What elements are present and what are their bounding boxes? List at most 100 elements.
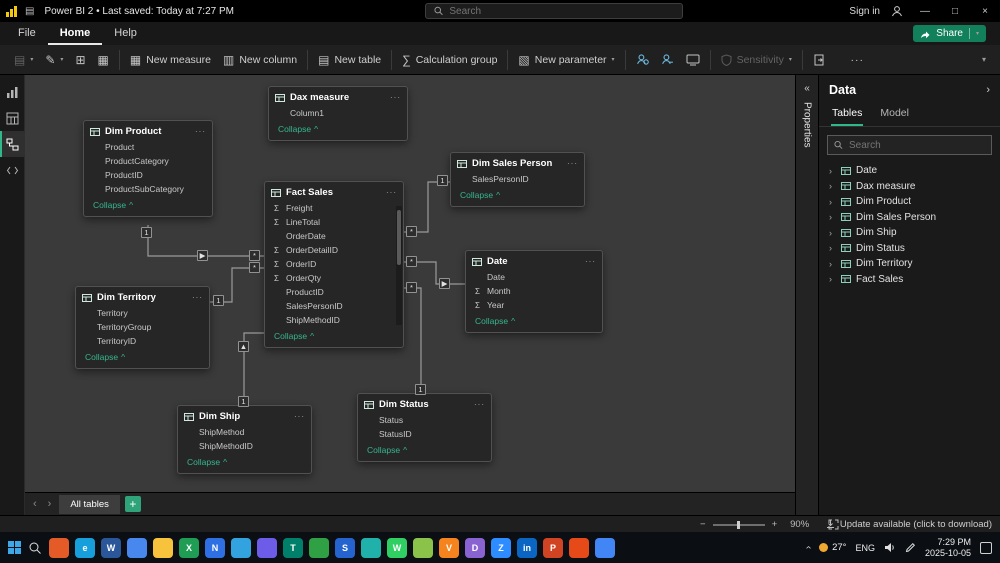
taskbar-app-icon[interactable] [49,537,69,558]
more-options-icon[interactable]: ··· [585,257,596,266]
menu-home[interactable]: Home [47,22,103,45]
start-button[interactable] [8,541,21,554]
taskbar-app-icon[interactable] [127,537,147,558]
format-painter-button[interactable]: ✎ ▾ [39,50,69,70]
new-table-button[interactable]: ▤ New table [312,50,387,70]
more-options-icon[interactable]: ··· [192,293,203,302]
zoom-in-button[interactable]: + [772,519,778,530]
pen-icon[interactable] [905,542,916,553]
taskbar-app-icon[interactable]: D [465,537,485,558]
add-layout-button[interactable]: + [124,496,141,512]
model-diagram-canvas[interactable]: 1 ▶ * 1 * * 1 * ▶ * 1 ▲ 1 Dim Product ··· Product Pro… [25,75,795,492]
taskbar-app-icon[interactable]: Z [491,537,511,558]
expand-chevron-icon[interactable]: › [829,274,836,284]
ribbon-overflow-button[interactable]: ··· [850,54,864,66]
tabs-back-arrow[interactable]: ‹ [30,498,40,510]
table-field-row[interactable]: Column1 [269,106,407,120]
all-tables-tab[interactable]: All tables [59,494,120,514]
table-field-row[interactable]: Σ LineTotal [265,215,403,229]
manage-roles-button[interactable] [630,49,655,70]
data-tree-item[interactable]: › Dim Sales Person [819,210,1000,226]
language-indicator[interactable]: ENG [855,543,875,553]
taskbar-app-icon[interactable] [361,537,381,558]
table-field-row[interactable]: Status [358,413,491,427]
taskbar-app-icon[interactable]: W [101,537,121,558]
volume-icon[interactable] [884,542,896,553]
table-field-row[interactable]: ShipMethod [178,425,311,439]
table-field-row[interactable]: ProductCategory [84,154,212,168]
table-field-row[interactable]: SalesPersonID [451,172,584,186]
taskbar-app-icon[interactable] [413,537,433,558]
data-tree-item[interactable]: › Dim Ship [819,225,1000,241]
data-search-input[interactable] [849,139,985,151]
taskbar-search-icon[interactable] [28,541,42,555]
collapse-link[interactable]: Collapse ^ [76,348,209,368]
share-button[interactable]: Share ▾ [913,25,986,42]
account-icon[interactable] [890,4,904,18]
taskbar-app-icon[interactable]: P [543,537,563,558]
model-table-dim-status[interactable]: Dim Status ··· Status StatusID Collapse ^ [357,393,492,462]
table-field-row[interactable]: Σ Freight [265,201,403,215]
taskbar-app-icon[interactable]: V [439,537,459,558]
clock-widget[interactable]: 7:29 PM 2025-10-05 [925,537,971,559]
collapse-link[interactable]: Collapse ^ [178,453,311,473]
tab-tables[interactable]: Tables [831,103,864,126]
collapse-link[interactable]: Collapse ^ [269,120,407,140]
collapse-panel-icon[interactable]: › [986,84,990,96]
view-as-roles-button[interactable] [655,49,680,70]
zoom-level[interactable]: 90% [790,519,809,530]
data-tree-item[interactable]: › Dax measure [819,179,1000,195]
tabs-forward-arrow[interactable]: › [45,498,55,510]
taskbar-app-icon[interactable] [231,537,251,558]
dax-query-view-button[interactable] [0,157,25,183]
data-tree-item[interactable]: › Dim Status [819,241,1000,257]
sensitivity-button[interactable]: Sensitivity ▾ [715,50,798,70]
collapse-link[interactable]: Collapse ^ [84,196,212,216]
more-options-icon[interactable]: ··· [390,93,401,102]
ribbon-collapse-button[interactable]: ▾ [982,55,986,64]
table-field-row[interactable]: ProductSubCategory [84,182,212,196]
table-field-row[interactable]: ProductID [84,168,212,182]
taskbar-app-icon[interactable] [595,537,615,558]
taskbar-app-icon[interactable]: N [205,537,225,558]
tab-model[interactable]: Model [879,103,910,126]
collapse-link[interactable]: Collapse ^ [265,327,403,347]
paste-button[interactable]: ▤ ▾ [8,50,39,70]
expand-chevron-icon[interactable]: › [829,166,836,176]
minimize-button[interactable]: — [910,0,940,22]
table-field-row[interactable]: ShipMethodID [178,439,311,453]
transform-data-button[interactable]: ⊞ [69,50,91,70]
new-parameter-button[interactable]: ▧ New parameter ▾ [512,50,620,70]
taskbar-app-icon[interactable]: W [387,537,407,558]
data-tree-item[interactable]: › Dim Product [819,194,1000,210]
table-scrollbar[interactable] [396,206,402,325]
table-field-row[interactable]: ShipMethodID [265,313,403,327]
table-field-row[interactable]: SalesPersonID [265,299,403,313]
collapse-link[interactable]: Collapse ^ [451,186,584,206]
taskbar-app-icon[interactable]: e [75,537,95,558]
new-measure-button[interactable]: ▦ New measure [124,50,217,70]
table-field-row[interactable]: Σ OrderQty [265,271,403,285]
table-field-row[interactable]: StatusID [358,427,491,441]
data-search-box[interactable] [827,135,992,155]
model-table-date[interactable]: Date ··· Date Σ Month Σ Year Collapse ^ [465,250,603,333]
expand-chevron-icon[interactable]: › [829,181,836,191]
taskbar-app-icon[interactable]: S [335,537,355,558]
model-table-dax-measure[interactable]: Dax measure ··· Column1 Collapse ^ [268,86,408,141]
share-dropdown-caret[interactable]: ▾ [976,30,979,37]
expand-chevron-icon[interactable]: › [829,259,836,269]
more-options-icon[interactable]: ··· [294,412,305,421]
table-view-button[interactable] [0,105,25,131]
table-field-row[interactable]: Σ OrderDetailID [265,243,403,257]
model-table-fact-sales[interactable]: Fact Sales ··· Σ Freight Σ LineTotal OrderDa… [264,181,404,348]
notification-center-icon[interactable] [980,541,992,554]
model-table-dim-territory[interactable]: Dim Territory ··· Territory TerritoryGrou… [75,286,210,369]
table-field-row[interactable]: Σ OrderID [265,257,403,271]
more-options-icon[interactable]: ··· [386,188,397,197]
table-field-row[interactable]: TerritoryGroup [76,320,209,334]
update-available-link[interactable]: Update available (click to download) [826,516,992,533]
table-field-row[interactable]: Σ Year [466,298,602,312]
weather-widget[interactable]: 27° [819,542,846,553]
data-tree-item[interactable]: › Date [819,163,1000,179]
collapse-link[interactable]: Collapse ^ [358,441,491,461]
